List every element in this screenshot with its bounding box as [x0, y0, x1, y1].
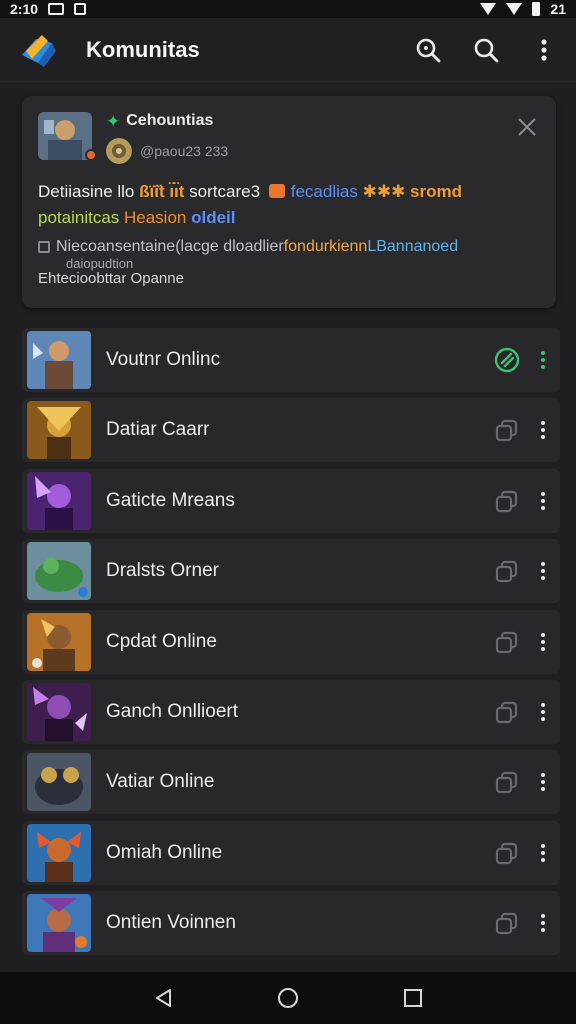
- list-item-label: Gaticte Mreans: [106, 489, 235, 511]
- copy-icon: [495, 772, 518, 794]
- community-thumbnail: [27, 401, 91, 460]
- wifi-icon: [480, 3, 497, 15]
- app-bar: Komunitas: [0, 18, 576, 82]
- list-item-label: Omiah Online: [106, 841, 223, 863]
- post-text-line-4: Ehtecioobttar Opanne: [38, 270, 184, 287]
- fire-icon: [268, 184, 285, 198]
- copy-icon: [495, 561, 518, 583]
- attachment-icon: [38, 241, 50, 253]
- community-thumbnail: [27, 331, 91, 389]
- copy-button[interactable]: [492, 767, 522, 797]
- copy-button[interactable]: [492, 486, 522, 516]
- post-text-line-2: potainitcas Heasion oldeil: [38, 208, 236, 227]
- status-badge: [85, 149, 97, 161]
- post-text-line-1: Detiiasine llo ßϊϊ̈t ı̈ı̈t sortcare3 fec…: [38, 182, 463, 201]
- item-more-button[interactable]: [536, 559, 550, 583]
- copy-button[interactable]: [492, 838, 522, 868]
- list-item[interactable]: Voutnr Onlinc: [22, 328, 560, 392]
- item-more-button[interactable]: [536, 418, 550, 442]
- copy-button[interactable]: [492, 697, 522, 727]
- copy-icon: [495, 631, 518, 653]
- notification-icon-2: [74, 3, 87, 15]
- item-more-button[interactable]: [536, 770, 550, 794]
- copy-button[interactable]: [492, 556, 522, 586]
- back-icon: [155, 989, 171, 1007]
- home-icon: [277, 988, 298, 1008]
- link-icon: [494, 347, 520, 373]
- poster-avatar[interactable]: [38, 112, 92, 160]
- battery-text: 21: [550, 1, 566, 17]
- recents-icon: [404, 989, 423, 1007]
- home-button[interactable]: [274, 984, 302, 1012]
- item-more-button[interactable]: [536, 489, 550, 513]
- recents-button[interactable]: [399, 984, 427, 1012]
- back-button[interactable]: [149, 984, 177, 1012]
- community-list: Voutnr Onlinc Datiar Caarr Gaticte Mrean…: [22, 328, 560, 962]
- search-button-2[interactable]: [470, 34, 502, 66]
- copy-button[interactable]: [492, 908, 522, 938]
- community-thumbnail: [27, 612, 91, 671]
- community-thumbnail: [27, 682, 91, 741]
- handle-avatar: [106, 138, 132, 164]
- status-bar: 2:10 21: [0, 0, 576, 18]
- signal-icon: [506, 3, 523, 15]
- list-item-label: Ontien Voinnen: [106, 912, 236, 934]
- close-icon[interactable]: [516, 116, 538, 138]
- battery-icon: [532, 2, 541, 16]
- list-item-label: Ganch Onllioert: [106, 700, 239, 722]
- community-thumbnail: [27, 894, 91, 953]
- list-item[interactable]: Ontien Voinnen: [22, 891, 560, 956]
- list-item-label: Voutnr Onlinc: [106, 349, 221, 370]
- copy-icon: [495, 913, 518, 935]
- community-thumbnail: [27, 823, 91, 882]
- list-item[interactable]: Cpdat Online: [22, 609, 560, 674]
- notification-icon: [48, 3, 65, 15]
- copy-icon: [495, 842, 518, 864]
- post-text-line-3: Niecoansentaine(lacge dloadlier fondurki…: [38, 238, 458, 256]
- poster-handle: @paou23 233: [140, 143, 229, 159]
- link-button[interactable]: [492, 345, 522, 375]
- list-item[interactable]: Vatiar Online: [22, 750, 560, 815]
- star-icon: ✦: [106, 111, 121, 131]
- list-item[interactable]: Gaticte Mreans: [22, 468, 560, 533]
- list-item[interactable]: Dralsts Orner: [22, 539, 560, 604]
- community-thumbnail: [27, 753, 91, 812]
- copy-button[interactable]: [492, 415, 522, 445]
- list-item[interactable]: Ganch Onllioert: [22, 679, 560, 744]
- list-item-label: Cpdat Online: [106, 630, 217, 652]
- navigation-bar: [0, 972, 576, 1024]
- search-button[interactable]: [412, 34, 444, 66]
- copy-icon: [495, 490, 518, 512]
- featured-post-card[interactable]: ✦ Cehountias @paou23 233 Detiiasine llo …: [22, 96, 556, 308]
- item-more-button[interactable]: [536, 348, 550, 372]
- list-item-label: Dralsts Orner: [106, 560, 219, 582]
- post-caption-small: daiopudtion: [66, 256, 134, 271]
- more-vert-icon: [541, 38, 547, 61]
- item-more-button[interactable]: [536, 841, 550, 865]
- copy-icon: [495, 701, 518, 724]
- community-thumbnail: [27, 471, 91, 530]
- copy-icon: [495, 420, 518, 442]
- item-more-button[interactable]: [536, 630, 550, 654]
- community-thumbnail: [27, 542, 91, 601]
- item-more-button[interactable]: [536, 911, 550, 935]
- item-more-button[interactable]: [536, 700, 550, 724]
- status-time: 2:10: [10, 1, 39, 17]
- logo-icon[interactable]: [18, 29, 60, 71]
- list-item[interactable]: Omiah Online: [22, 820, 560, 885]
- list-item[interactable]: Datiar Caarr: [22, 398, 560, 463]
- search-icon: [416, 38, 441, 62]
- post-link-1[interactable]: fecadlias: [268, 182, 358, 201]
- list-item-label: Vatiar Online: [106, 771, 215, 793]
- app-title: Komunitas: [86, 36, 200, 62]
- copy-button[interactable]: [492, 627, 522, 657]
- list-item-label: Datiar Caarr: [106, 419, 210, 441]
- poster-name[interactable]: Cehountias: [126, 112, 213, 130]
- overflow-menu-button[interactable]: [528, 34, 560, 66]
- search-icon-2: [474, 38, 499, 62]
